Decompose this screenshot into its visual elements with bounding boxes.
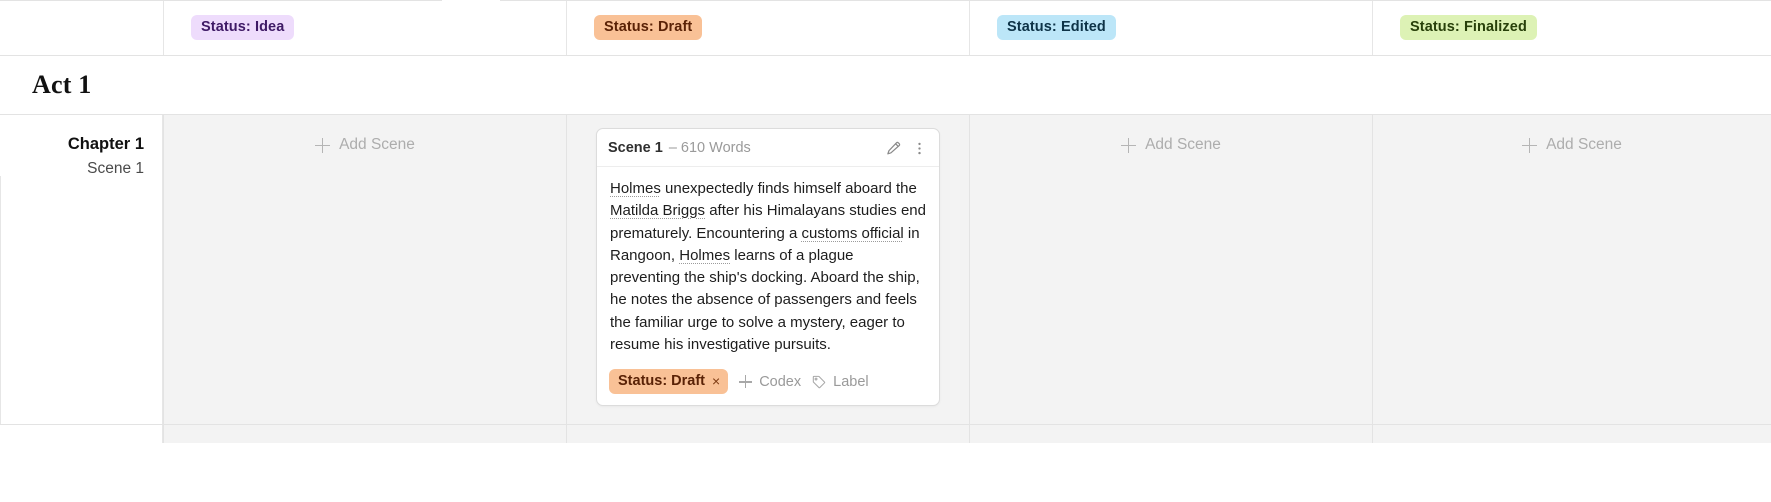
act-header-row: Act 1 <box>0 56 1771 115</box>
tag-icon <box>812 375 826 389</box>
chapter-label[interactable]: Chapter 1 <box>0 133 144 155</box>
status-header-corner-cell <box>0 0 163 55</box>
scene-text-segment: Matilda Briggs <box>610 202 705 219</box>
status-column-draft[interactable]: Status: Draft <box>566 0 969 55</box>
scene-cell-idea[interactable]: Add Scene <box>163 115 566 424</box>
scene-card[interactable]: Scene 1 – 610 Words <box>596 128 940 406</box>
scene-status-tag[interactable]: Status: Draft × <box>609 369 728 394</box>
scene-summary-text: Holmes unexpectedly finds himself aboard… <box>610 178 926 356</box>
scene-card-footer: Status: Draft × Codex <box>597 360 939 405</box>
scene-text-segment: unexpectedly finds himself aboard the <box>661 180 917 197</box>
scene-cell-draft[interactable]: Scene 1 – 610 Words <box>566 115 969 424</box>
status-column-idea[interactable]: Status: Idea <box>163 0 566 55</box>
scene-text-segment: Holmes <box>679 247 730 264</box>
add-label-button[interactable]: Label <box>812 374 868 390</box>
chapter-row: Chapter 1 Scene 1 Add Scene Scene 1 – 61… <box>0 115 1771 425</box>
scene-card-header: Scene 1 – 610 Words <box>597 129 939 167</box>
status-badge-idea[interactable]: Status: Idea <box>191 15 294 41</box>
add-scene-button-idea[interactable]: Add Scene <box>315 136 415 154</box>
scene-card-body[interactable]: Holmes unexpectedly finds himself aboard… <box>597 167 939 360</box>
plus-icon <box>739 375 752 388</box>
status-badge-finalized[interactable]: Status: Finalized <box>1400 15 1537 41</box>
next-row-cell-idea[interactable] <box>163 425 566 443</box>
add-scene-label: Add Scene <box>1546 136 1622 154</box>
add-label-label: Label <box>833 374 868 390</box>
status-column-edited[interactable]: Status: Edited <box>969 0 1372 55</box>
add-scene-button-finalized[interactable]: Add Scene <box>1522 136 1622 154</box>
act-title: Act 1 <box>0 70 91 100</box>
next-row-label-cell <box>0 425 163 443</box>
add-codex-label: Codex <box>759 374 801 390</box>
plus-icon <box>1121 138 1136 153</box>
remove-tag-icon[interactable]: × <box>712 374 720 388</box>
status-badge-edited[interactable]: Status: Edited <box>997 15 1116 41</box>
add-scene-label: Add Scene <box>1145 136 1221 154</box>
scene-board: Status: Idea Status: Draft Status: Edite… <box>0 0 1771 502</box>
next-row-cell-draft[interactable] <box>566 425 969 443</box>
vertical-dots-icon[interactable] <box>909 138 929 158</box>
pencil-icon[interactable] <box>883 138 903 158</box>
next-row-cell-finalized[interactable] <box>1372 425 1771 443</box>
add-scene-label: Add Scene <box>339 136 415 154</box>
scene-status-tag-label: Status: Draft <box>618 373 705 389</box>
add-scene-button-edited[interactable]: Add Scene <box>1121 136 1221 154</box>
scene-text-segment: customs official <box>802 225 904 242</box>
status-header-row: Status: Idea Status: Draft Status: Edite… <box>0 0 1771 56</box>
scene-card-title: Scene 1 <box>608 140 663 156</box>
chapter-row-label: Chapter 1 Scene 1 <box>0 115 163 424</box>
next-row-strip <box>0 425 1771 443</box>
plus-icon <box>315 138 330 153</box>
plus-icon <box>1522 138 1537 153</box>
add-codex-button[interactable]: Codex <box>739 374 801 390</box>
status-badge-draft[interactable]: Status: Draft <box>594 15 702 41</box>
scene-cell-finalized[interactable]: Add Scene <box>1372 115 1771 424</box>
next-row-cell-edited[interactable] <box>969 425 1372 443</box>
scene-cell-edited[interactable]: Add Scene <box>969 115 1372 424</box>
scene-text-segment: Holmes <box>610 180 661 197</box>
scene-card-word-count: – 610 Words <box>669 140 877 156</box>
scene-label[interactable]: Scene 1 <box>0 158 144 180</box>
status-column-finalized[interactable]: Status: Finalized <box>1372 0 1771 55</box>
